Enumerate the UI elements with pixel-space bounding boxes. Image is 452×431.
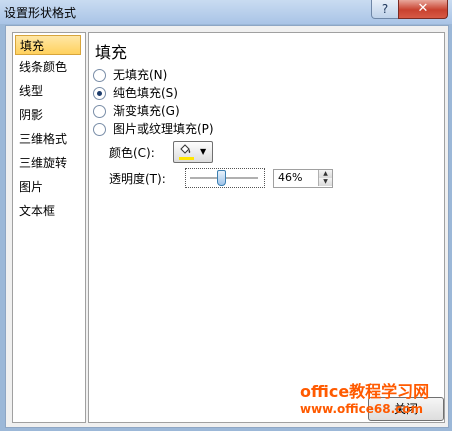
window-close-button[interactable]: ✕ [398, 0, 448, 19]
title-bar: 设置形状格式 ? ✕ [0, 0, 452, 24]
transparency-spinner[interactable]: 46% ▲ ▼ [273, 169, 333, 188]
gradient-fill-radio[interactable] [93, 105, 106, 118]
transparency-slider[interactable] [185, 168, 265, 188]
watermark-line2: www.office68.com [300, 402, 424, 416]
color-picker-button[interactable]: ▼ [173, 141, 213, 163]
panel-heading: 填充 [95, 43, 128, 62]
chevron-down-icon: ▼ [200, 147, 207, 156]
color-label: 颜色(C): [109, 146, 155, 160]
watermark-line1: office教程学习网 [300, 382, 430, 401]
dialog-body: 填充 线条颜色 线型 阴影 三维格式 三维旋转 图片 文本框 填充 无填充(N)… [5, 25, 449, 428]
color-swatch [179, 157, 194, 160]
gradient-fill-label: 渐变填充(G) [113, 104, 180, 118]
solid-fill-label: 纯色填充(S) [113, 86, 178, 100]
spin-down-icon[interactable]: ▼ [318, 178, 332, 186]
picture-fill-radio[interactable] [93, 123, 106, 136]
transparency-value[interactable]: 46% [278, 171, 302, 184]
no-fill-radio[interactable] [93, 69, 106, 82]
paint-bucket-icon [180, 144, 191, 154]
watermark: office教程学习网 www.office68.com [300, 382, 450, 416]
spin-up-icon[interactable]: ▲ [318, 170, 332, 178]
picture-fill-label: 图片或纹理填充(P) [113, 122, 214, 136]
solid-fill-radio[interactable] [93, 87, 106, 100]
transparency-label: 透明度(T): [109, 172, 166, 186]
nav-item-3d-rotation[interactable]: 三维旋转 [15, 153, 81, 173]
slider-thumb[interactable] [217, 170, 227, 186]
help-button[interactable]: ? [371, 0, 399, 19]
nav-item-picture[interactable]: 图片 [15, 177, 81, 197]
nav-item-fill[interactable]: 填充 [15, 35, 81, 55]
nav-item-text-box[interactable]: 文本框 [15, 201, 81, 221]
fill-panel: 填充 无填充(N) 纯色填充(S) 渐变填充(G) 图片或纹理填充(P) 颜色(… [88, 32, 445, 423]
nav-item-line-style[interactable]: 线型 [15, 81, 81, 101]
nav-item-line-color[interactable]: 线条颜色 [15, 57, 81, 77]
no-fill-label: 无填充(N) [113, 68, 168, 82]
category-list: 填充 线条颜色 线型 阴影 三维格式 三维旋转 图片 文本框 [12, 32, 86, 423]
nav-item-shadow[interactable]: 阴影 [15, 105, 81, 125]
nav-item-3d-format[interactable]: 三维格式 [15, 129, 81, 149]
window-title: 设置形状格式 [4, 6, 77, 20]
